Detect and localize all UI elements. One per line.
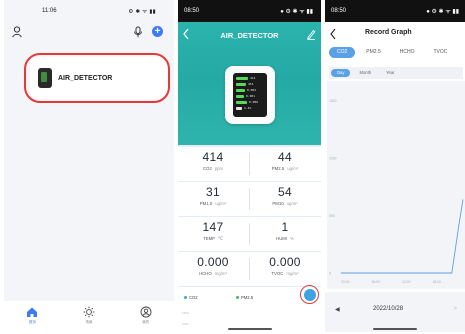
metric-value: 414 [202,150,224,164]
sensor-tabs: CO2 PM2.5 HCHO TVOC [329,47,458,58]
tab-tvoc[interactable]: TVOC [425,47,455,58]
tab-pm25[interactable]: PM2.5 [358,47,388,58]
y-tick-label: 500 [329,214,335,218]
edit-icon[interactable] [306,28,316,40]
tab-co2[interactable]: CO2 [329,47,356,58]
legend-dot [236,296,239,299]
device-screen: 414 451 0.002 0.001 0.000 1.4% [233,73,267,117]
y-tick-label: 1000 [329,157,337,161]
metric-tvoc: 0.000 TVOC mg/m³ [250,255,320,276]
home-screen: 11:06 ⚙ ✱ ᯤ ▮▮ + AIR_DETECTOR 首页 场景 我的 [4,0,174,333]
home-indicator [228,328,272,330]
page-title: AIR_DETECTOR [220,30,279,40]
current-date: 2022/10/28 [373,306,404,312]
status-bar: 08:50 ● ⚙ ✱ ᯤ ▮▮ [178,0,321,22]
status-time: 08:50 [331,8,347,14]
status-icons: ● ⚙ ✱ ᯤ ▮▮ [280,9,313,15]
metric-row-4: 0.000 HCHO mg/m³ 0.000 TVOC mg/m³ [178,252,321,286]
metric-row-2: 31 PM1.0 ug/m³ 54 PM10 ug/m³ [178,182,321,216]
home-topbar: + [4,24,174,40]
titlebar: AIR_DETECTOR [178,28,321,42]
add-device-button[interactable]: + [152,26,163,37]
metric-humi: 1 HUMI% [250,220,320,241]
record-graph-screen: 08:50 ● ⚙ ✱ ᯤ ▮▮ Record Graph CO2 PM2.5 … [325,0,465,333]
y-tick-label: 0 [329,272,331,276]
metric-pm10: 54 PM10 ug/m³ [250,185,320,206]
nav-label-profile: 我的 [142,320,150,324]
metric-row-1: 414 CO2 ppm 44 PM2.5 ug/m³ [178,147,321,181]
page-title: Record Graph [365,29,412,36]
device-detail-screen: 08:50 ● ⚙ ✱ ᯤ ▮▮ AIR_DETECTOR 414 451 0.… [178,0,321,333]
home-icon [27,307,38,317]
metric-row-3: 147 TEMP ℃ 1 HUMI% [178,217,321,251]
period-selector: Day Month Year [329,67,463,79]
status-bar: 11:06 ⚙ ✱ ᯤ ▮▮ [4,0,174,22]
nav-item-scene[interactable]: 场景 [69,306,109,325]
highlight-ring [24,53,170,103]
legend-pm25: PM2.5 [236,295,253,300]
x-tick-label: 18:00 [433,280,442,284]
nav-item-home[interactable]: 首页 [12,306,52,325]
nav-item-profile[interactable]: 我的 [126,306,166,325]
x-tick-label: 06:00 [372,280,381,284]
metric-pm25: 44 PM2.5 ug/m³ [250,150,320,171]
metric-pm10-small: 31 PM1.0 ug/m³ [178,185,248,206]
legend-dot [184,296,187,299]
metric-value: 54 [278,185,292,199]
nav-label-scene: 场景 [85,320,93,324]
metric-value: 147 [202,220,224,234]
status-icons: ⚙ ✱ ᯤ ▮▮ [128,9,156,15]
metric-hcho: 0.000 HCHO mg/m³ [178,255,248,276]
screenshot-canvas: 11:06 ⚙ ✱ ᯤ ▮▮ + AIR_DETECTOR 首页 场景 我的 0… [0,0,465,334]
record-line-chart: 0 500 1000 1500 00:00 06:00 12:00 18:00 [329,99,464,284]
metric-temp: 147 TEMP ℃ [178,220,248,242]
record-chart-area: 0 500 1000 1500 00:00 06:00 12:00 18:00 [327,81,465,289]
status-time: 08:50 [184,8,200,14]
next-date-icon[interactable]: > [453,306,457,312]
y-tick-label: 1500 [329,99,337,103]
metric-value: 44 [278,150,292,164]
microphone-icon[interactable] [133,26,143,38]
status-icons: ● ⚙ ✱ ᯤ ▮▮ [426,9,459,15]
period-year[interactable]: Year [380,69,400,77]
sun-icon [83,306,95,318]
home-indicator [373,328,417,330]
nav-label-home: 首页 [28,320,36,324]
highlight-ring [300,285,319,304]
profile-icon [140,306,152,318]
period-month[interactable]: Month [353,69,377,77]
metric-co2: 414 CO2 ppm [178,150,248,171]
prev-date-icon[interactable]: ◀ [335,306,340,313]
mini-chart-tick: 1500 [182,311,189,315]
status-bar: 08:50 ● ⚙ ✱ ᯤ ▮▮ [325,0,465,22]
x-tick-label: 12:00 [402,280,411,284]
date-navigator: ◀ 2022/10/28 > [325,292,465,332]
mini-chart-tick: 1000 [182,322,189,326]
metric-value: 0.000 [269,255,301,269]
metric-value: 0.000 [197,255,229,269]
user-icon[interactable] [12,26,22,38]
back-icon[interactable] [182,28,190,40]
titlebar: Record Graph [325,28,465,42]
metric-value: 31 [206,185,220,199]
x-tick-label: 00:00 [341,280,350,284]
back-icon[interactable] [329,28,337,40]
device-image: 414 451 0.002 0.001 0.000 1.4% [225,66,275,124]
series-line [341,199,464,274]
legend-co2: CO2 [184,295,198,300]
period-day[interactable]: Day [331,69,351,77]
device-header: 08:50 ● ⚙ ✱ ᯤ ▮▮ AIR_DETECTOR 414 451 0.… [178,0,321,145]
status-time: 11:06 [42,8,57,14]
bottom-nav: 首页 场景 我的 [4,301,174,333]
metric-value: 1 [281,220,289,234]
tab-hcho[interactable]: HCHO [392,47,423,58]
